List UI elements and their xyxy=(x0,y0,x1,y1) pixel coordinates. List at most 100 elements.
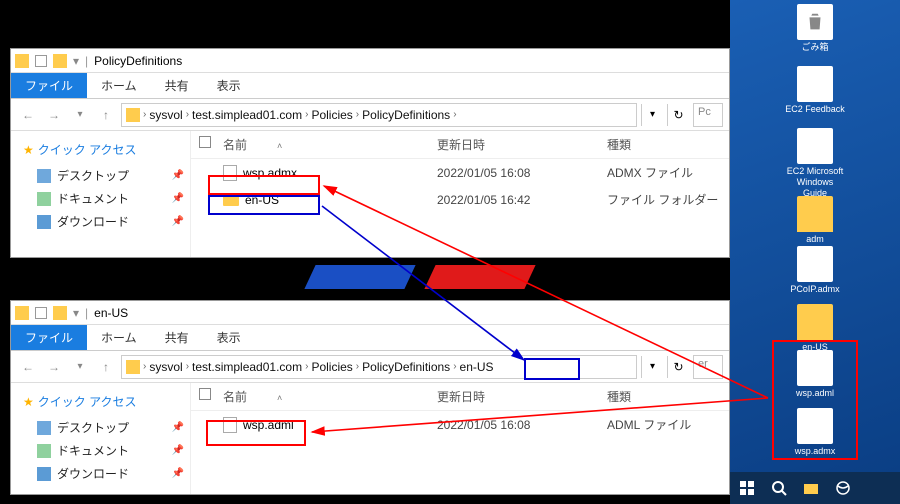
col-type[interactable]: 種類 xyxy=(599,383,729,410)
file-icon xyxy=(223,165,237,181)
pin-icon: 📌 xyxy=(172,468,184,479)
desktop-icon-label: adm xyxy=(785,234,845,245)
window-title: en-US xyxy=(94,306,128,320)
file-type: ADMX ファイル xyxy=(599,161,729,184)
start-button[interactable] xyxy=(732,474,762,502)
file-name: wsp.admx xyxy=(243,166,297,180)
column-headers: 名前˄ 更新日時 種類 xyxy=(191,383,729,411)
explorer-taskbar-icon[interactable] xyxy=(796,474,826,502)
edge-taskbar-icon[interactable] xyxy=(828,474,858,502)
nav-back-icon[interactable]: ← xyxy=(17,356,39,378)
col-name[interactable]: 名前 ˄ xyxy=(215,131,429,158)
ribbon-view[interactable]: 表示 xyxy=(203,73,255,98)
file-date: 2022/01/05 16:42 xyxy=(429,190,599,210)
nav-pane: ★クイック アクセス デスクトップ 📌 ドキュメント📌 ダウンロード📌 xyxy=(11,131,191,257)
ribbon-file[interactable]: ファイル xyxy=(11,325,87,350)
nav-back-icon[interactable]: ← xyxy=(17,104,39,126)
quick-access-header[interactable]: ★クイック アクセス xyxy=(23,393,184,410)
desktop-icon-label: EC2 Microsoft Windows Guide xyxy=(785,166,845,199)
desktop-icon-ec2guide[interactable]: EC2 Microsoft Windows Guide xyxy=(785,128,845,199)
sidebar-item-documents[interactable]: ドキュメント📌 xyxy=(21,439,184,462)
ribbon-home[interactable]: ホーム xyxy=(87,73,151,98)
folder-icon xyxy=(15,306,29,320)
breadcrumb-item[interactable]: test.simplead01.com xyxy=(192,108,302,122)
sidebar-item-desktop[interactable]: デスクトップ📌 xyxy=(21,416,184,439)
breadcrumb-item[interactable]: PolicyDefinitions xyxy=(362,360,450,374)
desktop-icon-ec2feedback[interactable]: EC2 Feedback xyxy=(785,66,845,115)
ribbon-share[interactable]: 共有 xyxy=(151,325,203,350)
breadcrumb-item[interactable]: test.simplead01.com xyxy=(192,360,302,374)
file-row[interactable]: wsp.adml 2022/01/05 16:08 ADML ファイル xyxy=(191,411,729,438)
desktop-icon-label: EC2 Feedback xyxy=(785,104,845,115)
file-date: 2022/01/05 16:08 xyxy=(429,163,599,183)
pin-icon: 📌 xyxy=(172,170,184,181)
sidebar-item-label: デスクトップ xyxy=(57,167,129,184)
breadcrumb-item[interactable]: sysvol xyxy=(149,108,182,122)
folder-icon xyxy=(53,306,67,320)
sort-indicator-icon: ˄ xyxy=(277,393,282,403)
col-type[interactable]: 種類 xyxy=(599,131,729,158)
nav-up-icon[interactable]: ↑ xyxy=(95,356,117,378)
refresh-icon[interactable]: ↻ xyxy=(667,104,689,126)
nav-row: ← → ▾ ↑ › sysvol› test.simplead01.com› P… xyxy=(11,99,729,131)
col-name[interactable]: 名前˄ xyxy=(215,383,429,410)
breadcrumb-item[interactable]: en-US xyxy=(460,360,494,374)
desktop-icon-label: PCoIP.admx xyxy=(785,284,845,295)
nav-up-icon[interactable]: ↑ xyxy=(95,104,117,126)
sidebar-item-documents[interactable]: ドキュメント📌 xyxy=(21,187,184,210)
sidebar-item-label: ドキュメント xyxy=(57,442,129,459)
pin-icon: 📌 xyxy=(172,193,184,204)
sort-indicator-icon: ˄ xyxy=(277,141,282,151)
folder-icon xyxy=(126,360,140,374)
ribbon-home[interactable]: ホーム xyxy=(87,325,151,350)
sidebar-item-downloads[interactable]: ダウンロード📌 xyxy=(21,210,184,233)
breadcrumb-item[interactable]: PolicyDefinitions xyxy=(362,108,450,122)
ribbon-file[interactable]: ファイル xyxy=(11,73,87,98)
file-type: ファイル フォルダー xyxy=(599,188,729,211)
column-headers: 名前 ˄ 更新日時 種類 xyxy=(191,131,729,159)
search-box[interactable]: Pc xyxy=(693,103,723,127)
titlebar: ▾ | en-US xyxy=(11,301,729,325)
nav-history-icon[interactable]: ▾ xyxy=(69,104,91,126)
desktop: ごみ箱 EC2 Feedback EC2 Microsoft Windows G… xyxy=(730,0,900,504)
search-box[interactable]: er xyxy=(693,355,723,379)
file-row[interactable]: wsp.admx 2022/01/05 16:08 ADMX ファイル xyxy=(191,159,729,186)
nav-row: ← → ▾ ↑ › sysvol› test.simplead01.com› P… xyxy=(11,351,729,383)
desktop-icon-adm[interactable]: adm xyxy=(785,196,845,245)
breadcrumb-item[interactable]: Policies xyxy=(311,108,352,122)
file-icon xyxy=(223,417,237,433)
nav-history-icon[interactable]: ▾ xyxy=(69,356,91,378)
breadcrumb-item[interactable]: Policies xyxy=(311,360,352,374)
col-date[interactable]: 更新日時 xyxy=(429,383,599,410)
explorer-window-2: ▾ | en-US ファイル ホーム 共有 表示 ← → ▾ ↑ › sysvo… xyxy=(10,300,730,495)
ribbon-tabs: ファイル ホーム 共有 表示 xyxy=(11,325,729,351)
sidebar-item-downloads[interactable]: ダウンロード📌 xyxy=(21,462,184,485)
col-date[interactable]: 更新日時 xyxy=(429,131,599,158)
breadcrumb-item[interactable]: sysvol xyxy=(149,360,182,374)
file-date: 2022/01/05 16:08 xyxy=(429,415,599,435)
sidebar-item-label: デスクトップ xyxy=(57,419,129,436)
address-bar[interactable]: › sysvol› test.simplead01.com› Policies›… xyxy=(121,103,637,127)
quick-access-header[interactable]: ★クイック アクセス xyxy=(23,141,184,158)
search-taskbar-icon[interactable] xyxy=(764,474,794,502)
desktop-icon-pcoipadmx[interactable]: PCoIP.admx xyxy=(785,246,845,295)
col-label: 名前 xyxy=(223,138,247,152)
select-all-checkbox[interactable] xyxy=(199,388,211,400)
folder-icon xyxy=(15,54,29,68)
refresh-icon[interactable]: ↻ xyxy=(667,356,689,378)
file-name: en-US xyxy=(245,193,279,207)
select-all-checkbox[interactable] xyxy=(199,136,211,148)
address-bar[interactable]: › sysvol› test.simplead01.com› Policies›… xyxy=(121,355,637,379)
ribbon-view[interactable]: 表示 xyxy=(203,325,255,350)
addressbar-dropdown-icon[interactable]: ▾ xyxy=(641,356,663,378)
ribbon-share[interactable]: 共有 xyxy=(151,73,203,98)
qat-icon xyxy=(35,55,47,67)
nav-forward-icon[interactable]: → xyxy=(43,356,65,378)
window-title: PolicyDefinitions xyxy=(94,54,182,68)
nav-forward-icon[interactable]: → xyxy=(43,104,65,126)
file-row[interactable]: en-US 2022/01/05 16:42 ファイル フォルダー xyxy=(191,186,729,213)
sidebar-item-desktop[interactable]: デスクトップ 📌 xyxy=(21,164,184,187)
addressbar-dropdown-icon[interactable]: ▾ xyxy=(641,104,663,126)
desktop-icon-recyclebin[interactable]: ごみ箱 xyxy=(785,4,845,53)
file-name: wsp.adml xyxy=(243,418,294,432)
